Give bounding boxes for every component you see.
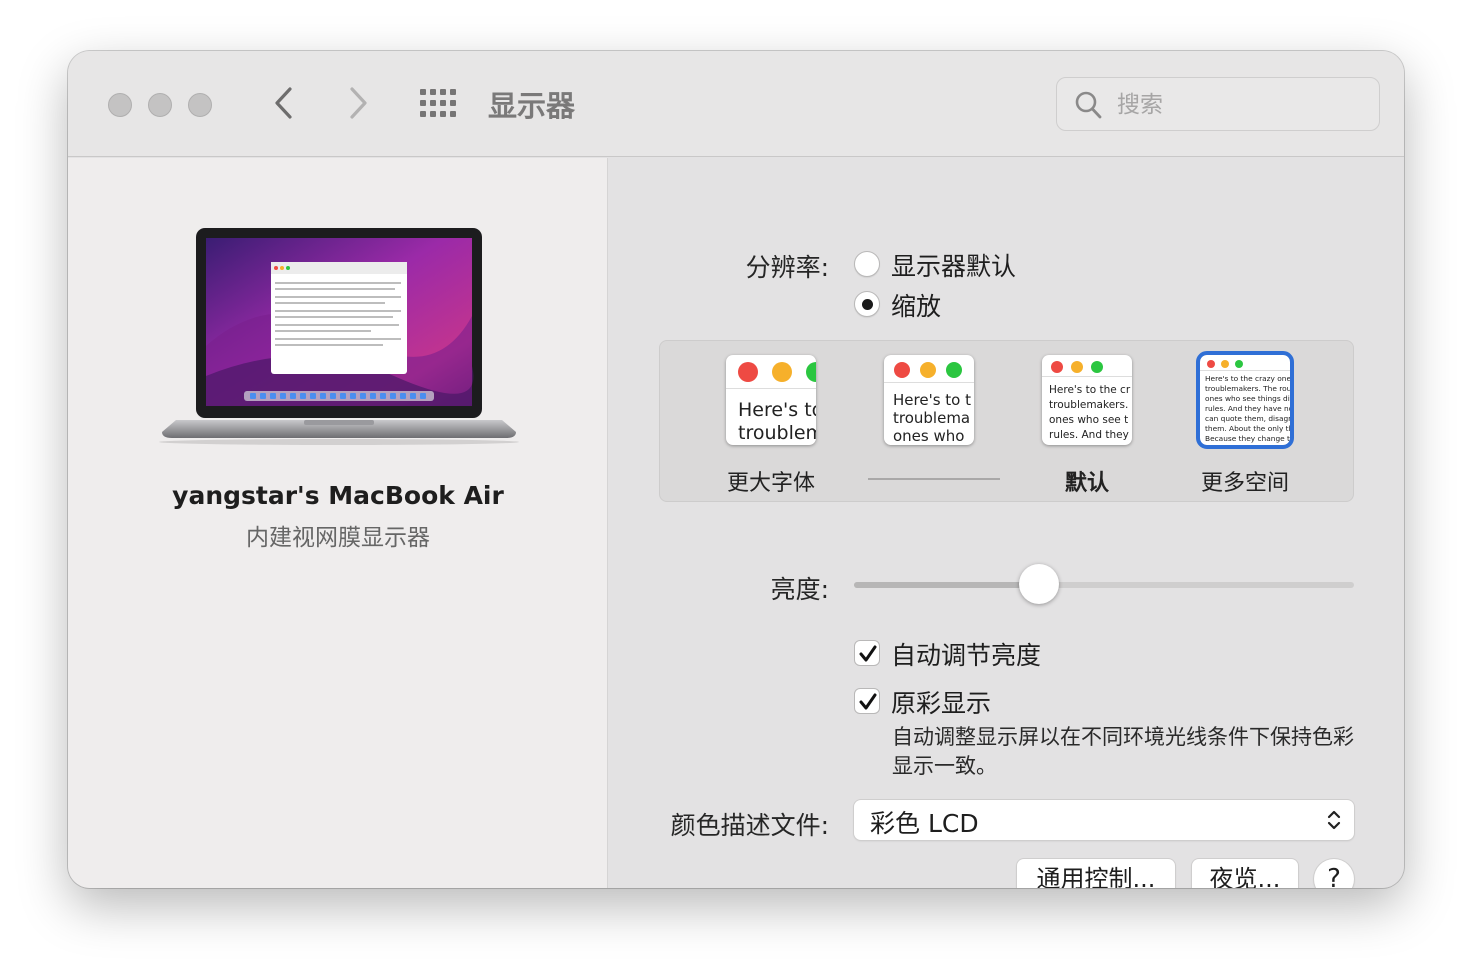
universal-control-button[interactable]: 通用控制... bbox=[1017, 859, 1175, 888]
color-profile-label: 颜色描述文件: bbox=[670, 811, 829, 840]
minimize-window-button[interactable] bbox=[148, 93, 172, 117]
window-title: 显示器 bbox=[488, 89, 576, 123]
scale-option-larger-text[interactable]: Here's to troublem bbox=[726, 355, 816, 445]
forward-button[interactable] bbox=[340, 81, 376, 125]
true-tone-checkbox[interactable] bbox=[854, 688, 880, 714]
chevron-right-icon bbox=[350, 87, 367, 119]
brightness-slider-fill bbox=[854, 582, 1039, 588]
brightness-slider-track[interactable] bbox=[854, 582, 1354, 588]
radio-scaled[interactable] bbox=[854, 291, 880, 317]
scale-preview-text: Here's to the cr troublemakers. ones who… bbox=[1049, 384, 1131, 441]
scale-option-2[interactable]: Here's to t troublema ones who bbox=[884, 355, 974, 445]
true-tone-description: 自动调整显示屏以在不同环境光线条件下保持色彩显示一致。 bbox=[892, 725, 1354, 778]
show-all-grid-icon[interactable] bbox=[420, 89, 458, 119]
close-window-button[interactable] bbox=[108, 93, 132, 117]
radio-scaled-label[interactable]: 缩放 bbox=[891, 287, 941, 323]
device-name: yangstar's MacBook Air bbox=[172, 481, 504, 510]
device-type: 内建视网膜显示器 bbox=[246, 525, 430, 551]
radio-display-default-label[interactable]: 显示器默认 bbox=[891, 247, 1016, 283]
scale-label-more-space: 更多空间 bbox=[1200, 471, 1289, 496]
checkmark-icon bbox=[859, 693, 877, 710]
color-profile-popup[interactable]: 彩色 LCD bbox=[854, 800, 1354, 840]
radio-display-default[interactable] bbox=[854, 251, 880, 277]
toolbar: 显示器 bbox=[68, 51, 1404, 157]
search-input[interactable] bbox=[1117, 86, 1357, 124]
search-icon bbox=[1075, 91, 1102, 119]
scale-preview-text: Here's to the crazy one troublemakers. T… bbox=[1205, 374, 1290, 443]
display-settings-panel: 分辨率: 显示器默认 缩放 Here's to troublem Here's … bbox=[609, 158, 1404, 888]
true-tone-label[interactable]: 原彩显示 bbox=[891, 684, 991, 720]
chevron-updown-icon bbox=[1327, 810, 1341, 830]
zoom-window-button[interactable] bbox=[188, 93, 212, 117]
checkmark-icon bbox=[859, 645, 877, 662]
scale-label-default: 默认 bbox=[1064, 471, 1109, 496]
scale-label-larger-text: 更大字体 bbox=[726, 471, 815, 496]
scale-divider bbox=[868, 478, 1000, 480]
scale-option-default[interactable]: Here's to the cr troublemakers. ones who… bbox=[1042, 355, 1132, 445]
night-shift-button[interactable]: 夜览... bbox=[1192, 859, 1298, 888]
search-field[interactable] bbox=[1056, 77, 1380, 131]
scale-preview-text: Here's to t troublema ones who bbox=[893, 391, 971, 445]
display-sidebar: yangstar's MacBook Air 内建视网膜显示器 bbox=[68, 158, 608, 888]
back-button[interactable] bbox=[266, 81, 302, 125]
macbook-image bbox=[154, 226, 524, 448]
auto-brightness-label[interactable]: 自动调节亮度 bbox=[891, 636, 1041, 672]
scaling-options-panel: Here's to troublem Here's to t troublema… bbox=[659, 340, 1354, 502]
brightness-slider-knob[interactable] bbox=[1019, 564, 1059, 604]
color-profile-value: 彩色 LCD bbox=[870, 809, 979, 838]
auto-brightness-checkbox[interactable] bbox=[854, 640, 880, 666]
resolution-label: 分辨率: bbox=[745, 253, 829, 282]
chevron-left-icon bbox=[275, 87, 292, 119]
brightness-label: 亮度: bbox=[770, 575, 829, 604]
scale-option-more-space[interactable]: Here's to the crazy one troublemakers. T… bbox=[1196, 351, 1294, 449]
system-preferences-window: 显示器 搜索 yangstar's MacBook Air 内建视网膜显示器 分… bbox=[68, 51, 1404, 888]
scale-preview-text: Here's to troublem bbox=[738, 399, 816, 444]
help-button[interactable]: ? bbox=[1314, 859, 1354, 888]
